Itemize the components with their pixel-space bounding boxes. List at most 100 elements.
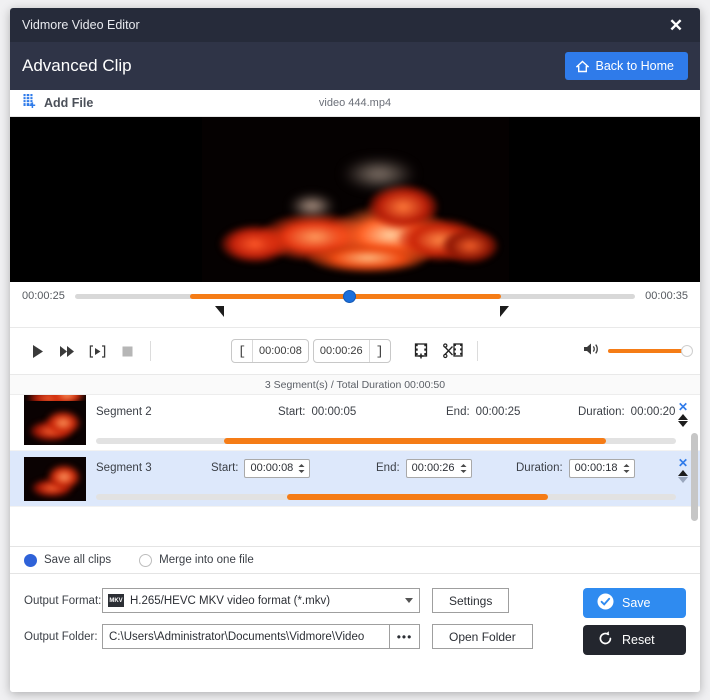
settings-button[interactable]: Settings (432, 588, 509, 613)
segment-row-3[interactable]: Segment 3 Start: 00:00:08 End: (10, 451, 700, 507)
segment-duration-stepper[interactable]: 00:00:18 (569, 459, 635, 478)
reset-circle-icon (597, 630, 614, 650)
volume-control (583, 342, 688, 361)
output-panel: Output Format: MKV H.265/HEVC MKV video … (10, 574, 700, 692)
segment-row-tools: ✕ (678, 401, 688, 427)
app-title: Vidmore Video Editor (22, 18, 140, 32)
delete-x-icon[interactable]: ✕ (678, 457, 688, 469)
check-circle-icon (597, 593, 614, 613)
chevron-down-icon (405, 598, 413, 603)
stepper-arrows-icon[interactable] (459, 463, 468, 474)
volume-slider-handle[interactable] (681, 345, 693, 357)
output-folder-label: Output Folder: (24, 631, 102, 643)
segment-range-fill (287, 494, 548, 500)
add-clip-icon[interactable] (409, 336, 439, 366)
move-down-icon[interactable] (678, 421, 688, 427)
control-divider-2 (477, 341, 478, 361)
fast-forward-icon[interactable] (52, 336, 82, 366)
segment-start-value: 00:00:05 (311, 406, 356, 418)
mkv-badge-text: MKV (109, 598, 122, 604)
next-frame-icon[interactable] (82, 336, 112, 366)
segment-range-bar[interactable] (96, 494, 676, 500)
segment-end-value: 00:00:25 (476, 406, 521, 418)
file-strip: Add File video 444.mp4 (10, 90, 700, 117)
reset-button[interactable]: Reset (583, 625, 686, 655)
seek-end-time: 00:00:35 (645, 290, 688, 302)
segment-end-value[interactable]: 00:00:26 (412, 462, 455, 474)
trim-out-value[interactable]: 00:00:26 (314, 340, 370, 362)
volume-icon[interactable] (583, 342, 600, 361)
output-format-label: Output Format: (24, 595, 102, 607)
radio-merge-label: Merge into one file (159, 554, 254, 566)
app-window: Vidmore Video Editor ✕ Advanced Clip Bac… (10, 8, 700, 692)
video-preview[interactable] (10, 117, 700, 282)
add-file-button[interactable]: Add File (22, 93, 93, 114)
volume-slider[interactable] (608, 349, 688, 353)
segment-start-stepper[interactable]: 00:00:08 (244, 459, 310, 478)
trim-out-field[interactable]: 00:00:26 ] (313, 339, 391, 363)
close-icon[interactable]: ✕ (656, 8, 696, 42)
radio-merge-into-one-file[interactable]: Merge into one file (139, 554, 254, 567)
segment-end-stepper[interactable]: 00:00:26 (406, 459, 472, 478)
play-icon[interactable] (22, 336, 52, 366)
segment-duration-label: Duration: (578, 406, 625, 418)
radio-save-all-clips[interactable]: Save all clips (24, 554, 111, 567)
segment-duration-label: Duration: (516, 462, 563, 474)
segment-thumbnail (24, 457, 86, 501)
seek-slider[interactable] (75, 294, 635, 299)
segment-start-value[interactable]: 00:00:08 (250, 462, 293, 474)
output-format-value: H.265/HEVC MKV video format (*.mkv) (130, 595, 405, 607)
segment-start-label: Start: (278, 406, 305, 418)
add-film-icon (22, 93, 37, 114)
move-up-icon[interactable] (678, 414, 688, 420)
move-down-icon[interactable] (678, 477, 688, 483)
trim-start-marker[interactable] (215, 306, 224, 317)
stepper-arrows-icon[interactable] (622, 463, 631, 474)
browse-folder-button[interactable]: ••• (390, 624, 420, 649)
segment-start-label: Start: (211, 462, 238, 474)
add-file-label: Add File (44, 96, 93, 110)
segment-name: Segment 3 (96, 462, 184, 474)
seek-start-time: 00:00:25 (22, 290, 65, 302)
trim-in-field[interactable]: [ 00:00:08 (231, 339, 309, 363)
segment-range-fill (224, 438, 607, 444)
control-divider-1 (150, 341, 151, 361)
output-format-select[interactable]: MKV H.265/HEVC MKV video format (*.mkv) (102, 588, 420, 613)
output-folder-input[interactable]: C:\Users\Administrator\Documents\Vidmore… (102, 624, 390, 649)
split-scissors-icon[interactable] (439, 336, 469, 366)
move-up-icon[interactable] (678, 470, 688, 476)
radio-dot (139, 554, 152, 567)
trim-in-value[interactable]: 00:00:08 (252, 340, 308, 362)
segment-list[interactable]: Segment 2 Start: 00:00:05 End: 00:00:25 … (10, 395, 700, 546)
trim-marker-row (22, 304, 688, 322)
back-to-home-label: Back to Home (595, 59, 674, 73)
segment-thumbnail (24, 401, 86, 445)
playback-control-bar: [ 00:00:08 00:00:26 ] (10, 328, 700, 375)
radio-save-all-clips-label: Save all clips (44, 554, 111, 566)
video-frame (202, 117, 509, 282)
segment-row-tools: ✕ (678, 457, 688, 483)
seek-playhead-handle[interactable] (343, 290, 356, 303)
segment-row-2[interactable]: Segment 2 Start: 00:00:05 End: 00:00:25 … (10, 395, 700, 451)
delete-x-icon[interactable]: ✕ (678, 401, 688, 413)
segment-end-label: End: (376, 462, 400, 474)
save-button-label: Save (622, 596, 651, 610)
segment-end-label: End: (446, 406, 470, 418)
seek-area: 00:00:25 00:00:35 (10, 282, 700, 328)
mkv-format-icon: MKV (108, 594, 124, 607)
page-title: Advanced Clip (22, 56, 132, 76)
segments-summary: 3 Segment(s) / Total Duration 00:00:50 (10, 375, 700, 395)
back-to-home-button[interactable]: Back to Home (565, 52, 688, 80)
save-button[interactable]: Save (583, 588, 686, 618)
segment-duration-value: 00:00:20 (631, 406, 676, 418)
stepper-arrows-icon[interactable] (297, 463, 306, 474)
home-icon (576, 60, 589, 73)
segment-list-scrollbar[interactable] (691, 433, 698, 521)
segment-duration-value[interactable]: 00:00:18 (575, 462, 618, 474)
stop-icon[interactable] (112, 336, 142, 366)
trim-out-bracket-icon: ] (370, 344, 390, 359)
open-folder-button[interactable]: Open Folder (432, 624, 533, 649)
trim-end-marker[interactable] (500, 306, 509, 317)
segment-range-bar[interactable] (96, 438, 676, 444)
radio-dot (24, 554, 37, 567)
